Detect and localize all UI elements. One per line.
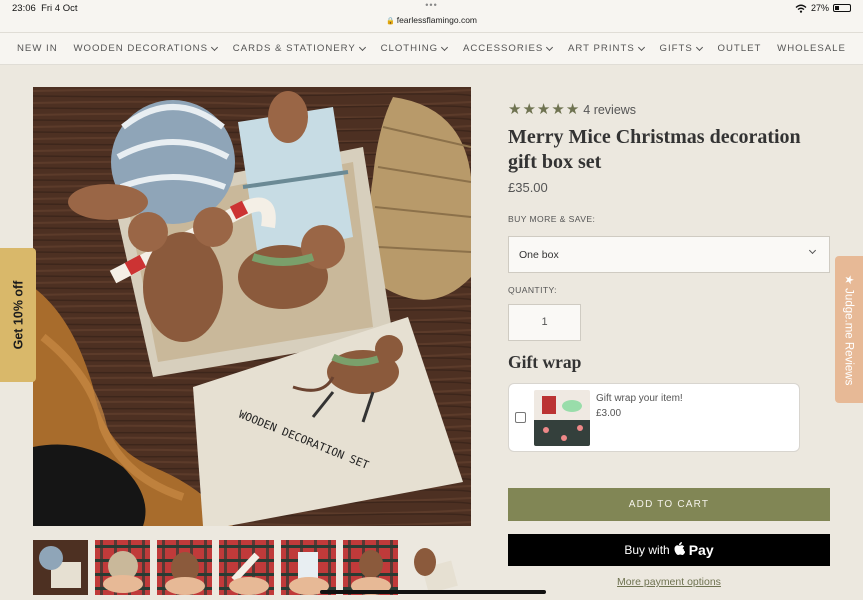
nav-item-label: ACCESSORIES (462, 43, 544, 54)
chevron-down-icon (210, 43, 219, 51)
quantity-input[interactable]: 1 (508, 304, 581, 341)
chevron-down-icon (808, 246, 817, 255)
status-bar: 23:06 Fri 4 Oct ••• 🔒 fearlessflamingo.co… (0, 0, 863, 32)
chevron-down-icon (441, 43, 449, 51)
nav-item-clothing[interactable]: CLOTHING (380, 43, 449, 54)
product-info: ★★★★★ 4 reviews Merry Mice Christmas dec… (508, 100, 830, 195)
battery-percent: 27% (810, 3, 829, 13)
apple-pay-button[interactable]: Buy with Pay (508, 534, 830, 566)
gift-wrap-heading: Gift wrap (508, 352, 582, 372)
product-main-image[interactable]: WOODEN DECORATION SET (33, 87, 471, 526)
discount-tab-label: Get 10% off (11, 280, 26, 350)
nav-item-art-prints[interactable]: ART PRINTS (568, 43, 645, 54)
address-bar[interactable]: 🔒 fearlessflamingo.com (0, 15, 863, 25)
chevron-down-icon (358, 43, 366, 51)
nav-item-label: OUTLET (717, 43, 762, 54)
thumbnail-7[interactable] (405, 540, 460, 595)
gift-wrap-price: £3.00 (596, 408, 622, 419)
nav-item-label: GIFTS (659, 43, 693, 54)
product-title: Merry Mice Christmas decoration gift box… (508, 126, 801, 173)
thumbnail-4[interactable] (219, 540, 274, 595)
gift-wrap-label: Gift wrap your item! (596, 393, 683, 404)
gift-wrap-image (534, 390, 590, 446)
pay-brand: Pay (688, 542, 714, 558)
more-dots-icon[interactable]: ••• (0, 0, 863, 10)
chevron-down-icon (637, 43, 645, 51)
reviews-tab-label: ★ Judge.me Reviews (842, 274, 855, 385)
thumbnail-3[interactable] (157, 540, 212, 595)
nav-item-cards-stationery[interactable]: CARDS & STATIONERY (232, 43, 366, 54)
nav-item-label: WOODEN DECORATIONS (73, 43, 208, 54)
status-indicators: 27% (795, 3, 851, 13)
main-nav: NEW IN WOODEN DECORATIONS CARDS & STATIONE… (0, 32, 863, 65)
apple-logo-icon (674, 542, 686, 558)
wifi-icon (795, 4, 807, 13)
star-icon: ★ (536, 101, 551, 118)
option-select-value: One box (519, 248, 559, 261)
thumbnail-6[interactable] (343, 540, 398, 595)
star-icon: ★ (551, 101, 565, 118)
star-icon: ★ (522, 101, 536, 118)
nav-item-wholesale[interactable]: WHOLESALE (777, 43, 846, 54)
nav-item-accessories[interactable]: ACCESSORIES (462, 43, 554, 54)
home-indicator[interactable] (320, 590, 546, 594)
lock-icon: 🔒 (385, 18, 395, 25)
star-rating: ★★★★★ (508, 101, 580, 119)
pay-prefix: Buy with (624, 543, 670, 557)
chevron-down-icon (546, 43, 554, 51)
nav-item-label: CARDS & STATIONERY (232, 43, 356, 54)
quantity-label: QUANTITY: (508, 285, 557, 295)
option-select[interactable]: One box (508, 236, 830, 273)
gift-wrap-text: Gift wrap your item! £3.00 (596, 391, 683, 421)
nav-item-label: WHOLESALE (777, 43, 846, 54)
thumbnail-5[interactable] (281, 540, 336, 595)
more-payment-options-link[interactable]: More payment options (508, 576, 830, 588)
gift-wrap-option[interactable]: Gift wrap your item! £3.00 (508, 383, 800, 452)
review-count[interactable]: 4 reviews (583, 103, 636, 117)
rating[interactable]: ★★★★★ 4 reviews (508, 100, 830, 120)
reviews-tab[interactable]: ★ Judge.me Reviews (835, 256, 863, 403)
nav-item-label: NEW IN (17, 43, 58, 54)
star-icon: ★ (565, 101, 580, 118)
add-to-cart-button[interactable]: ADD TO CART (508, 488, 830, 521)
star-icon: ★ (508, 101, 522, 118)
nav-item-label: CLOTHING (380, 43, 439, 54)
thumbnail-2[interactable] (95, 540, 150, 595)
nav-item-new-in[interactable]: NEW IN (17, 43, 58, 54)
discount-tab[interactable]: Get 10% off (0, 248, 36, 382)
buy-more-label: BUY MORE & SAVE: (508, 214, 596, 224)
thumbnail-1[interactable] (33, 540, 88, 595)
nav-item-outlet[interactable]: OUTLET (718, 43, 762, 54)
nav-item-gifts[interactable]: GIFTS (659, 43, 703, 54)
gift-wrap-checkbox[interactable] (515, 412, 526, 423)
battery-icon (833, 4, 851, 12)
nav-item-label: ART PRINTS (568, 43, 635, 54)
product-price: £35.00 (508, 180, 548, 195)
battery-level (835, 6, 840, 10)
nav-item-wooden-decorations[interactable]: WOODEN DECORATIONS (73, 43, 219, 54)
chevron-down-icon (695, 43, 703, 51)
thumbnail-strip (33, 540, 460, 595)
